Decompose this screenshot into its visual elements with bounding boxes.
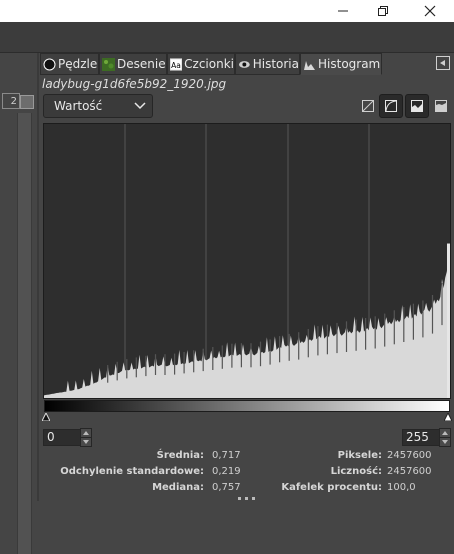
histogram-view[interactable]	[43, 123, 451, 399]
zoom-icon[interactable]	[20, 95, 34, 109]
vertical-scrollbar[interactable]	[17, 113, 32, 554]
resize-grip-icon[interactable]	[236, 496, 258, 501]
close-icon	[424, 5, 436, 17]
image-name: ladybug-g1d6fe5b92_1920.jpg	[42, 77, 227, 91]
log-histogram-button[interactable]	[429, 94, 453, 118]
history-icon	[238, 60, 250, 68]
linear-histogram-button[interactable]	[405, 94, 429, 118]
tab-menu-icon[interactable]	[436, 56, 450, 70]
maximize-button[interactable]	[366, 0, 400, 22]
minimize-button[interactable]	[326, 0, 360, 22]
logarithmic-histogram-icon	[435, 100, 447, 112]
tab-histogram[interactable]: Histogram	[300, 53, 382, 75]
histogram-area	[44, 255, 450, 398]
font-icon: Aa	[170, 57, 183, 71]
restore-icon	[378, 6, 388, 16]
tab-label: Historia	[252, 57, 299, 71]
median-value: 0,757	[212, 482, 241, 493]
pixels-label: Piksele:	[337, 450, 382, 461]
range-end-stepper[interactable]	[439, 428, 451, 447]
percentile-value: 100,0	[387, 482, 416, 493]
tab-label: Histogram	[318, 57, 381, 71]
histogram-peak	[447, 243, 450, 398]
logarithmic-mode-icon	[385, 100, 397, 112]
image-panel: 2	[0, 53, 38, 554]
median-label: Mediana:	[152, 482, 204, 493]
tab-brushes[interactable]: Pędzle	[40, 53, 99, 75]
count-label: Liczność:	[330, 466, 382, 477]
tab-fonts[interactable]: Aa Czcionki	[167, 53, 235, 75]
tab-history[interactable]: Historia	[235, 53, 300, 75]
histogram-icon	[304, 60, 315, 70]
tab-label: Desenie	[117, 57, 166, 71]
brush-icon	[43, 58, 56, 70]
tab-label: Czcionki	[184, 57, 234, 71]
window-titlebar	[0, 0, 454, 22]
count-value: 2457600	[387, 466, 432, 477]
linear-mode-button[interactable]	[356, 94, 380, 118]
tab-patterns[interactable]: Desenie	[99, 53, 167, 75]
tab-label: Pędzle	[58, 57, 98, 71]
percentile-label: Kafelek procentu:	[281, 482, 382, 493]
pixels-value: 2457600	[387, 450, 432, 461]
svg-text:Aa: Aa	[171, 60, 181, 69]
stddev-value: 0,219	[212, 466, 241, 477]
chevron-down-icon	[134, 102, 146, 110]
mean-label: Średnia:	[156, 450, 204, 461]
value-gradient-bar	[44, 400, 450, 412]
pattern-icon	[102, 57, 115, 71]
zoom-value[interactable]: 2	[2, 93, 20, 109]
minimize-icon	[338, 10, 348, 12]
linear-histogram-icon	[411, 100, 423, 112]
histogram-chart	[44, 124, 450, 398]
mean-value: 0,717	[212, 450, 241, 461]
range-end-input[interactable]: 255	[402, 429, 440, 446]
channel-label: Wartość	[54, 99, 103, 113]
close-button[interactable]	[413, 0, 447, 22]
range-start-stepper[interactable]	[80, 428, 92, 447]
channel-select[interactable]: Wartość	[43, 94, 153, 118]
range-start-handle[interactable]	[42, 413, 50, 421]
log-mode-button[interactable]	[379, 94, 403, 118]
toolbar-strip	[0, 22, 454, 53]
stddev-label: Odchylenie standardowe:	[60, 466, 204, 477]
range-end-handle[interactable]	[444, 413, 452, 421]
range-start-input[interactable]: 0	[43, 429, 81, 446]
dock-tabs: Pędzle Desenie Aa Czcionki Historia Hist…	[40, 53, 454, 75]
panel-divider[interactable]	[37, 53, 39, 501]
linear-mode-icon	[362, 100, 374, 112]
